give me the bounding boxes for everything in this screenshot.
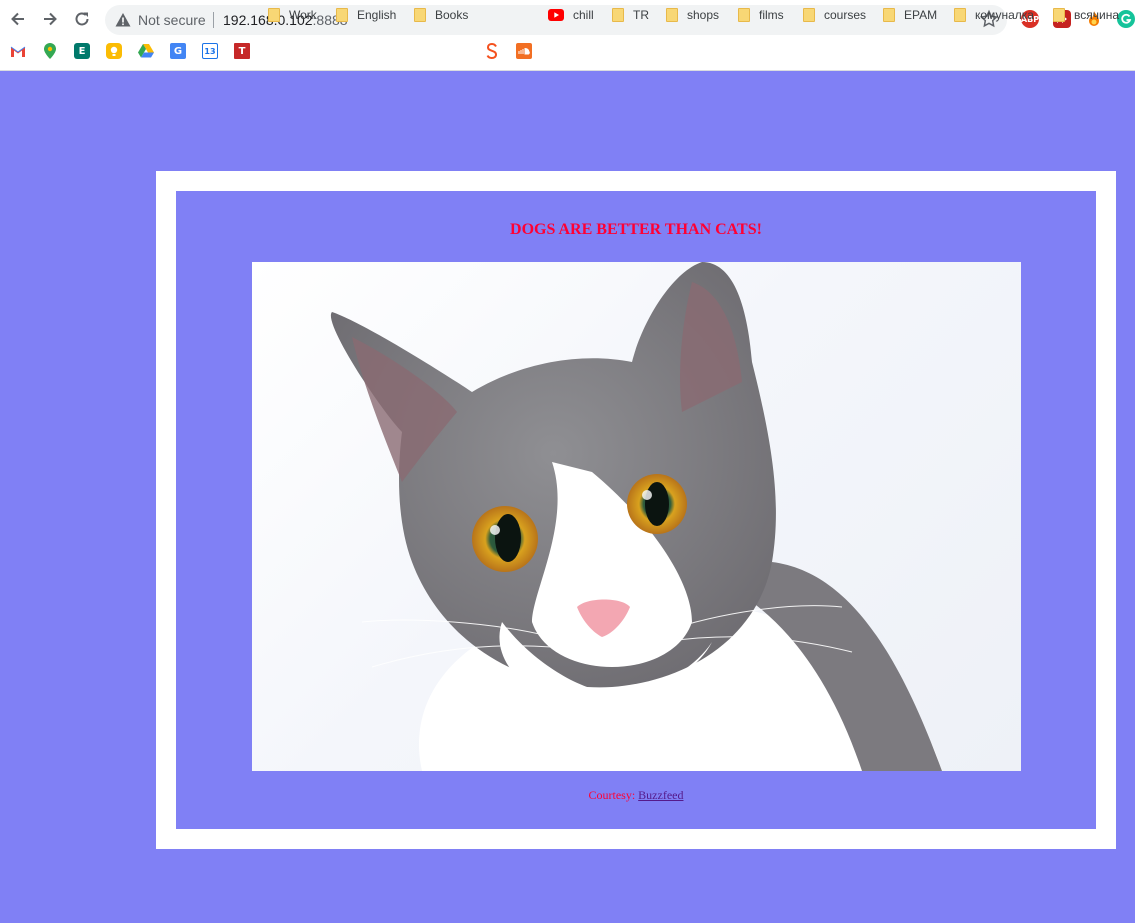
bookmark-label: Work <box>289 8 317 22</box>
folder-icon <box>954 8 966 22</box>
arrow-right-icon <box>44 12 57 26</box>
bookmark-label: комуналка <box>975 8 1034 22</box>
bookmark-label: TR <box>633 8 649 22</box>
forward-button[interactable] <box>39 8 61 30</box>
bookmark-epam[interactable]: EPAM <box>883 4 937 26</box>
reload-icon <box>75 12 89 26</box>
gmail-icon[interactable] <box>10 43 26 59</box>
cat-illustration <box>330 262 943 771</box>
folder-icon <box>803 8 815 22</box>
reload-button[interactable] <box>71 8 93 30</box>
arrow-left-icon <box>11 12 24 26</box>
page-headline: DOGS ARE BETTER THAN CATS! <box>510 221 762 238</box>
security-label[interactable]: Not secure <box>138 12 206 28</box>
soundcloud-icon[interactable] <box>516 43 532 59</box>
translate-icon[interactable]: G <box>170 43 186 59</box>
folder-icon <box>738 8 750 22</box>
bookmark-label: chill <box>573 8 594 22</box>
courtesy-line: Courtesy: Buzzfeed <box>176 788 1096 803</box>
keep-icon[interactable] <box>106 43 122 59</box>
back-button[interactable] <box>7 8 29 30</box>
bookmark-label: EPAM <box>904 8 938 22</box>
folder-icon <box>336 8 348 22</box>
grammarly-extension[interactable] <box>1117 10 1135 28</box>
folder-icon <box>414 8 426 22</box>
s-app-icon[interactable] <box>484 43 500 59</box>
youtube-icon <box>548 9 564 21</box>
bookmark-tr[interactable]: TR <box>612 4 649 26</box>
courtesy-prefix: Courtesy: <box>588 788 639 802</box>
folder-icon <box>883 8 895 22</box>
bookmark-label: courses <box>824 8 867 22</box>
calendar-icon[interactable]: 13 <box>202 43 218 59</box>
bookmark-label: Books <box>435 8 469 22</box>
omnibox-divider <box>213 12 214 28</box>
bookmark-chill[interactable]: chill <box>548 4 594 26</box>
bookmark-label: всячина <box>1074 8 1119 22</box>
drive-icon[interactable] <box>138 43 154 59</box>
cat-photo <box>252 262 1021 771</box>
e-app-icon[interactable]: E <box>74 43 90 59</box>
bookmark-courses[interactable]: courses <box>803 4 866 26</box>
calendar-day: 13 <box>204 46 216 56</box>
bookmark-label: films <box>759 8 784 22</box>
bookmark-vsyachina[interactable]: всячина <box>1053 4 1119 26</box>
maps-pin-icon[interactable] <box>42 43 58 59</box>
bookmark-komunalka[interactable]: комуналка <box>954 4 1034 26</box>
bookmark-shops[interactable]: shops <box>666 4 719 26</box>
bookmark-label: English <box>357 8 397 22</box>
bookmark-books[interactable]: Books <box>414 4 468 26</box>
folder-icon <box>612 8 624 22</box>
folder-icon <box>268 8 280 22</box>
bookmark-films[interactable]: films <box>738 4 784 26</box>
bookmark-label: shops <box>687 8 720 22</box>
bookmark-work[interactable]: Work <box>268 4 317 26</box>
folder-icon <box>1053 8 1065 22</box>
t-app-icon[interactable]: T <box>234 43 250 59</box>
folder-icon <box>666 8 678 22</box>
buzzfeed-link[interactable]: Buzzfeed <box>638 788 683 802</box>
warning-icon <box>115 13 131 27</box>
grammarly-icon <box>1121 13 1132 24</box>
bookmark-english[interactable]: English <box>336 4 396 26</box>
